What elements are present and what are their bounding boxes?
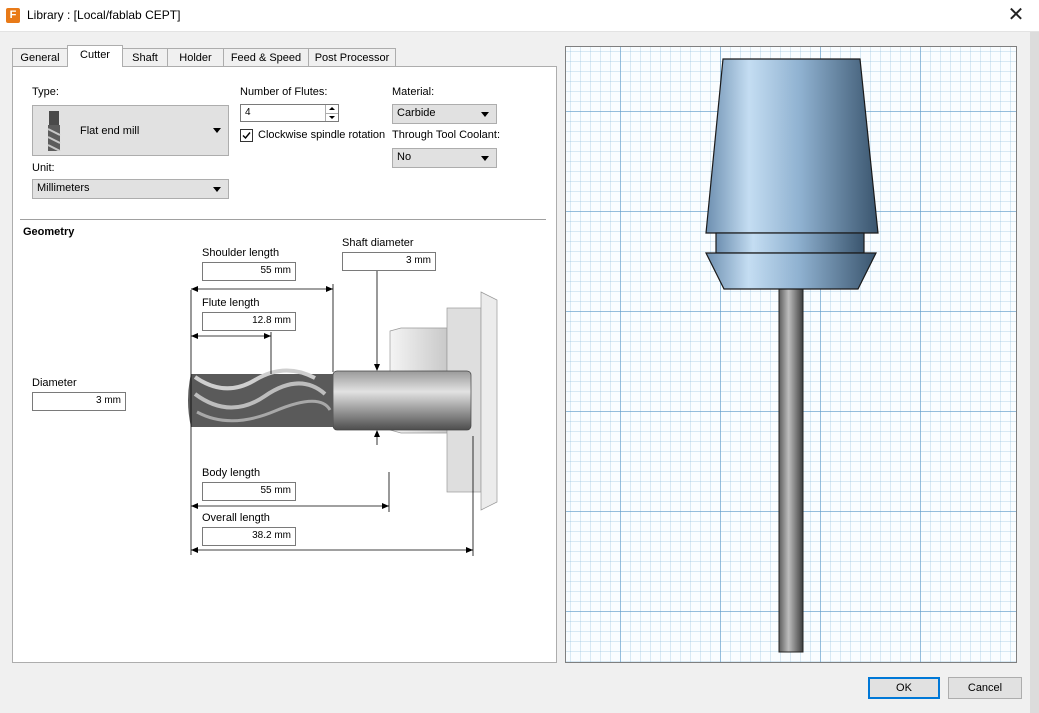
flat-end-mill-icon <box>47 111 61 151</box>
tool-holder-3d-render <box>705 58 879 653</box>
diameter-field[interactable]: 3 mm <box>32 392 126 411</box>
geometry-heading: Geometry <box>23 226 75 238</box>
checkbox-check-icon <box>242 132 251 140</box>
spinner-up-icon[interactable] <box>325 105 338 113</box>
tab-holder[interactable]: Holder <box>167 48 224 67</box>
flute-length-label: Flute length <box>202 297 260 309</box>
tab-cutter[interactable]: Cutter <box>67 45 123 67</box>
body-length-label: Body length <box>202 467 261 479</box>
unit-select[interactable]: Millimeters <box>32 179 229 199</box>
tab-shaft[interactable]: Shaft <box>122 48 168 67</box>
material-label: Material: <box>392 86 435 98</box>
unit-value: Millimeters <box>37 182 90 194</box>
separator <box>20 219 546 220</box>
clockwise-checkbox[interactable] <box>240 129 253 142</box>
type-value: Flat end mill <box>80 125 140 137</box>
type-select[interactable]: Flat end mill <box>32 105 229 156</box>
flutes-spinner[interactable]: 4 <box>240 104 339 122</box>
cancel-button[interactable]: Cancel <box>948 677 1022 699</box>
overall-length-label: Overall length <box>202 512 270 524</box>
clockwise-label: Clockwise spindle rotation <box>258 129 386 141</box>
material-value: Carbide <box>397 107 436 119</box>
body-length-field[interactable]: 55 mm <box>202 482 296 501</box>
shaft-diameter-label: Shaft diameter <box>342 237 414 249</box>
tab-post-processor[interactable]: Post Processor <box>308 48 396 67</box>
dropdown-arrow-icon <box>213 187 221 192</box>
window-title: Library : [Local/fablab CEPT] <box>27 8 181 22</box>
shoulder-length-label: Shoulder length <box>202 247 280 259</box>
overall-length-field[interactable]: 38.2 mm <box>202 527 296 546</box>
flutes-label: Number of Flutes: <box>240 86 328 98</box>
spinner-down-icon[interactable] <box>325 113 338 121</box>
coolant-value: No <box>397 151 412 163</box>
app-icon: F <box>6 8 20 23</box>
type-label: Type: <box>32 86 59 98</box>
close-icon[interactable]: ✕ <box>999 0 1033 30</box>
coolant-select[interactable]: No <box>392 148 497 168</box>
ok-button[interactable]: OK <box>868 677 940 699</box>
shoulder-length-field[interactable]: 55 mm <box>202 262 296 281</box>
title-bar: F Library : [Local/fablab CEPT] ✕ <box>0 0 1039 32</box>
dropdown-arrow-icon <box>481 112 489 117</box>
dropdown-arrow-icon <box>213 128 221 133</box>
diameter-label: Diameter <box>32 377 77 389</box>
tool-preview[interactable] <box>565 46 1017 663</box>
unit-label: Unit: <box>32 162 55 174</box>
tab-feed-speed[interactable]: Feed & Speed <box>223 48 309 67</box>
tab-general[interactable]: General <box>12 48 68 67</box>
flute-length-field[interactable]: 12.8 mm <box>202 312 296 331</box>
dropdown-arrow-icon <box>481 156 489 161</box>
shaft-diameter-field[interactable]: 3 mm <box>342 252 436 271</box>
scrollbar[interactable] <box>1030 32 1039 713</box>
flutes-value: 4 <box>245 107 251 118</box>
material-select[interactable]: Carbide <box>392 104 497 124</box>
coolant-label: Through Tool Coolant: <box>392 129 501 141</box>
